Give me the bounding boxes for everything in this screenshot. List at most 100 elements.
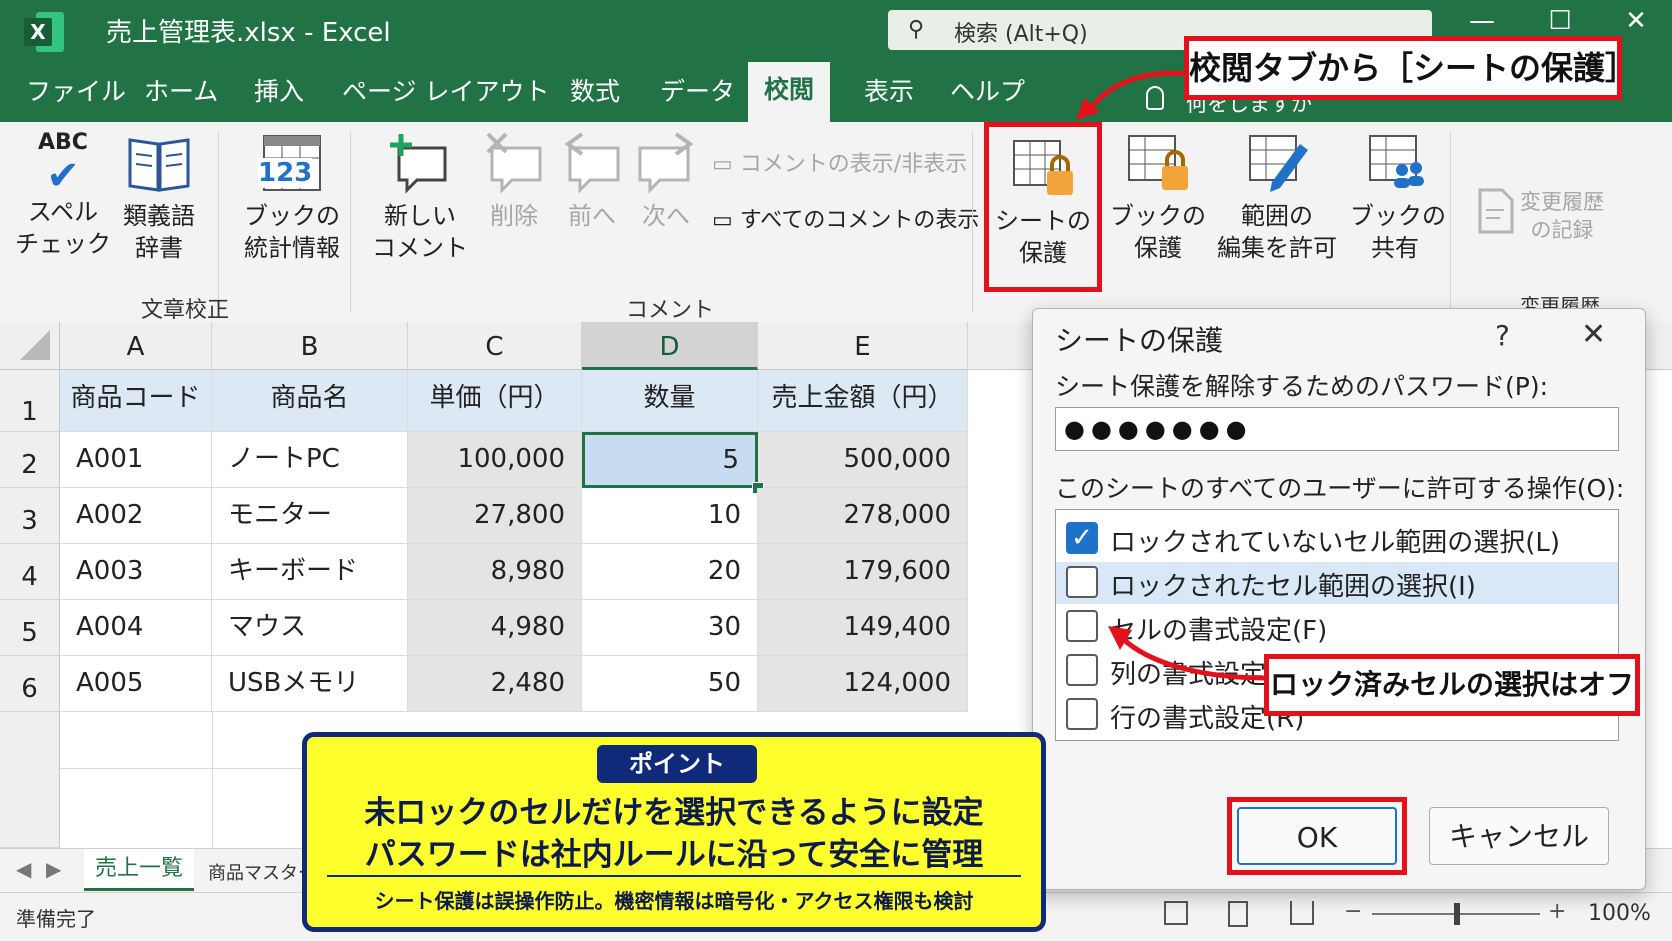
tab-insert[interactable]: 挿入: [254, 72, 304, 108]
previous-comment-button[interactable]: 前へ: [556, 130, 628, 232]
table-cell[interactable]: 179,600: [758, 544, 968, 600]
page-layout-view-icon[interactable]: [1228, 901, 1248, 927]
tab-view[interactable]: 表示: [864, 72, 914, 108]
row-header-2[interactable]: 2: [0, 432, 60, 488]
header-cell-qty[interactable]: 数量: [582, 370, 758, 432]
page-break-view-icon[interactable]: [1290, 901, 1314, 925]
dialog-close-icon[interactable]: ✕: [1581, 317, 1606, 352]
tab-data[interactable]: データ: [660, 72, 735, 108]
table-cell[interactable]: A003: [60, 544, 212, 600]
column-header-d[interactable]: D: [582, 322, 758, 370]
close-window-button[interactable]: ✕: [1614, 6, 1658, 36]
sheet-scroll-left-icon[interactable]: ◀: [16, 857, 31, 881]
sheet-tab-sales[interactable]: 売上一覧: [84, 849, 194, 891]
protect-sheet-button[interactable]: シートの 保護: [984, 122, 1102, 292]
show-all-comments-button[interactable]: ▭ すべてのコメントの表示: [712, 202, 979, 234]
workbook-statistics-button[interactable]: 123 ブックの 統計情報: [228, 130, 356, 264]
window-title: 売上管理表.xlsx - Excel: [106, 18, 391, 48]
column-header-c[interactable]: C: [408, 322, 582, 370]
header-cell-name[interactable]: 商品名: [212, 370, 408, 432]
table-cell[interactable]: 8,980: [408, 544, 582, 600]
protect-workbook-label-2: 保護: [1134, 234, 1182, 262]
sheet-scroll-right-icon[interactable]: ▶: [46, 857, 61, 881]
thesaurus-label-1: 類義語: [123, 202, 195, 230]
column-header-a[interactable]: A: [60, 322, 212, 370]
spelling-button[interactable]: ABC ✔ スペル チェック: [14, 130, 112, 260]
share-workbook-button[interactable]: ブックの 共有: [1350, 130, 1446, 264]
cancel-button[interactable]: キャンセル: [1429, 807, 1609, 865]
maximize-button[interactable]: ☐: [1538, 6, 1582, 36]
header-cell-price[interactable]: 単価（円）: [408, 370, 582, 432]
zoom-level[interactable]: 100%: [1588, 901, 1651, 926]
minimize-button[interactable]: —: [1460, 6, 1504, 36]
row-header-6[interactable]: 6: [0, 656, 60, 712]
table-cell[interactable]: 2,480: [408, 656, 582, 712]
table-cell[interactable]: 27,800: [408, 488, 582, 544]
table-cell[interactable]: 278,000: [758, 488, 968, 544]
table-cell[interactable]: 30: [582, 600, 758, 656]
table-cell[interactable]: 149,400: [758, 600, 968, 656]
table-cell[interactable]: 100,000: [408, 432, 582, 488]
header-cell-sales[interactable]: 売上金額（円）: [758, 370, 968, 432]
zoom-slider-thumb[interactable]: [1454, 903, 1460, 925]
table-cell[interactable]: A002: [60, 488, 212, 544]
row-header-1[interactable]: 1: [0, 370, 60, 432]
new-comment-icon: [372, 130, 468, 200]
table-cell[interactable]: モニター: [212, 488, 408, 544]
table-cell[interactable]: 124,000: [758, 656, 968, 712]
statistics-number: 123: [258, 158, 313, 188]
ribbon-separator: [972, 132, 973, 312]
sheet-tab-products[interactable]: 商品マスター: [208, 859, 316, 885]
show-all-comments-label: すべてのコメントの表示: [739, 208, 980, 233]
header-cell-code[interactable]: 商品コード: [60, 370, 212, 432]
column-header-e[interactable]: E: [758, 322, 968, 370]
table-cell[interactable]: 500,000: [758, 432, 968, 488]
thesaurus-button[interactable]: 類義語 辞書: [114, 130, 204, 264]
table-cell[interactable]: 10: [582, 488, 758, 544]
row-header-3[interactable]: 3: [0, 488, 60, 544]
table-cell[interactable]: キーボード: [212, 544, 408, 600]
point-line-1: 未ロックのセルだけを選択できるように設定: [364, 795, 984, 831]
delete-comment-button[interactable]: 削除: [474, 130, 554, 232]
option-label: ロックされたセル範囲の選択(I): [1110, 572, 1476, 602]
track-changes-button[interactable]: 変更履歴 の記録: [1520, 188, 1604, 244]
table-cell[interactable]: USBメモリ: [212, 656, 408, 712]
comment-icon: ▭: [712, 152, 733, 177]
status-ready: 準備完了: [16, 907, 96, 931]
tab-help[interactable]: ヘルプ: [950, 72, 1025, 108]
normal-view-icon[interactable]: [1164, 901, 1188, 925]
table-cell[interactable]: 50: [582, 656, 758, 712]
tab-home[interactable]: ホーム: [144, 72, 218, 108]
next-comment-button[interactable]: 次へ: [630, 130, 702, 232]
table-cell[interactable]: 20: [582, 544, 758, 600]
checkbox-locked-cells[interactable]: [1066, 566, 1098, 598]
new-comment-button[interactable]: 新しい コメント: [372, 130, 468, 264]
zoom-out-icon[interactable]: −: [1344, 899, 1362, 924]
tab-review[interactable]: 校閲: [748, 62, 831, 122]
allow-edit-label-1: 範囲の: [1241, 202, 1313, 230]
column-header-b[interactable]: B: [212, 322, 408, 370]
table-cell[interactable]: マウス: [212, 600, 408, 656]
checkbox-format-rows[interactable]: [1066, 698, 1098, 730]
show-hide-comment-button[interactable]: ▭ コメントの表示/非表示: [712, 146, 967, 178]
table-cell[interactable]: 4,980: [408, 600, 582, 656]
ok-button[interactable]: OK: [1237, 807, 1397, 865]
protect-workbook-button[interactable]: ブックの 保護: [1110, 130, 1206, 264]
tab-formulas[interactable]: 数式: [570, 72, 620, 108]
table-cell[interactable]: A004: [60, 600, 212, 656]
checkbox-unlocked-cells[interactable]: ✓: [1066, 522, 1098, 554]
tab-page-layout[interactable]: ページ レイアウト: [342, 72, 549, 108]
tab-file[interactable]: ファイル: [26, 72, 126, 108]
protect-sheet-label-1: シートの: [995, 207, 1091, 235]
table-cell[interactable]: A001: [60, 432, 212, 488]
row-header-4[interactable]: 4: [0, 544, 60, 600]
zoom-in-icon[interactable]: +: [1548, 899, 1566, 924]
allow-edit-ranges-button[interactable]: 範囲の 編集を許可: [1214, 130, 1340, 264]
password-field[interactable]: ●●●●●●●: [1055, 407, 1619, 451]
active-cell[interactable]: 5: [582, 432, 758, 488]
select-all-corner[interactable]: [0, 322, 60, 370]
table-cell[interactable]: A005: [60, 656, 212, 712]
dialog-help-button[interactable]: ?: [1495, 319, 1510, 352]
table-cell[interactable]: ノートPC: [212, 432, 408, 488]
row-header-5[interactable]: 5: [0, 600, 60, 656]
